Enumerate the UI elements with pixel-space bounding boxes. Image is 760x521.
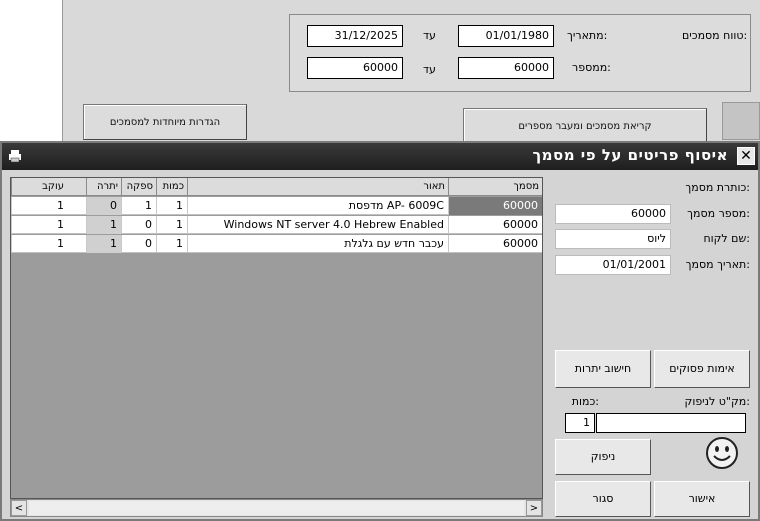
special-definitions-button[interactable]: הגדרות מיוחדות למסמכים	[83, 104, 247, 140]
table-row[interactable]: 60000 Windows NT server 4.0 Hebrew Enabl…	[11, 216, 542, 234]
header-doc[interactable]: מסמך	[448, 178, 542, 196]
cell-doc[interactable]: 60000	[448, 197, 542, 215]
doc-title-label: כותרת מסמך:	[685, 181, 750, 194]
grid-header: מסמך תאור כמות ספקה יתרה עוקב	[11, 178, 542, 196]
doc-number-label: מספר מסמך:	[687, 207, 750, 220]
sku-label: מק"ט לניפוק:	[684, 395, 750, 408]
close-button[interactable]: סגור	[555, 481, 651, 517]
number-label: ממספר:	[572, 61, 611, 74]
to-label-number: עד	[423, 63, 436, 76]
cell-supplied[interactable]: 0	[121, 235, 156, 253]
cell-track[interactable]: 1	[11, 197, 86, 215]
approve-button[interactable]: אישור	[654, 481, 750, 517]
doc-date-field[interactable]: 01/01/2001	[555, 255, 671, 275]
items-grid[interactable]: מסמך תאור כמות ספקה יתרה עוקב 60000 מדפס…	[10, 177, 543, 499]
read-documents-button[interactable]: קריאת מסמכים ומעבר מספרים	[463, 108, 707, 144]
dialog-titlebar[interactable]: איסוף פריטים על פי מסמך ✕	[2, 143, 758, 170]
to-label-date: עד	[423, 29, 436, 42]
doc-number-field[interactable]: 60000	[555, 204, 671, 224]
calc-balance-button[interactable]: חישוב יתרות	[555, 350, 651, 388]
issue-button[interactable]: ניפוק	[555, 439, 651, 475]
dialog-title: איסוף פריטים על פי מסמך	[532, 146, 728, 164]
printer-icon	[9, 150, 21, 163]
cell-balance[interactable]: 1	[86, 235, 121, 253]
cell-track[interactable]: 1	[11, 216, 86, 234]
table-row[interactable]: 60000 עכבר חדש עם גלגלת 1 0 1 1	[11, 235, 542, 253]
header-supplied[interactable]: ספקה	[121, 178, 156, 196]
smiley-icon	[706, 437, 738, 469]
from-date-label: מתאריך:	[567, 29, 608, 42]
header-description[interactable]: תאור	[187, 178, 448, 196]
scroll-left-icon[interactable]: <	[11, 500, 27, 516]
thumbnail-image	[722, 102, 760, 140]
scroll-right-icon[interactable]: >	[526, 500, 542, 516]
qty-input[interactable]: 1	[565, 413, 595, 433]
cell-supplied[interactable]: 0	[121, 216, 156, 234]
from-date-field[interactable]: 01/01/1980	[458, 25, 554, 47]
to-number-field[interactable]: 60000	[307, 57, 403, 79]
cell-doc[interactable]: 60000	[448, 216, 542, 234]
qty-label: כמות:	[571, 395, 599, 408]
doc-date-label: תאריך מסמך:	[685, 258, 750, 271]
cell-quantity[interactable]: 1	[156, 216, 187, 234]
confirm-items-button[interactable]: אימות פסוקים	[654, 350, 750, 388]
from-number-field[interactable]: 60000	[458, 57, 554, 79]
date-range-label: טווח מסמכים:	[682, 29, 748, 42]
cell-doc[interactable]: 60000	[448, 235, 542, 253]
cell-balance[interactable]: 1	[86, 216, 121, 234]
cell-description[interactable]: עכבר חדש עם גלגלת	[187, 235, 448, 253]
horizontal-scrollbar[interactable]: < >	[10, 499, 543, 517]
cell-supplied[interactable]: 1	[121, 197, 156, 215]
cell-description[interactable]: מדפסת AP- 6009C	[187, 197, 448, 215]
item-collection-dialog: איסוף פריטים על פי מסמך ✕ מסמך תאור כמות…	[0, 141, 760, 521]
customer-field[interactable]: ליוס	[555, 229, 671, 249]
cell-quantity[interactable]: 1	[156, 235, 187, 253]
header-quantity[interactable]: כמות	[156, 178, 187, 196]
table-row[interactable]: 60000 מדפסת AP- 6009C 1 1 0 1	[11, 197, 542, 215]
cell-quantity[interactable]: 1	[156, 197, 187, 215]
close-icon[interactable]: ✕	[737, 147, 755, 165]
sku-input[interactable]	[596, 413, 746, 433]
header-balance[interactable]: יתרה	[86, 178, 121, 196]
scroll-track[interactable]	[29, 501, 524, 515]
cell-balance[interactable]: 0	[86, 197, 121, 215]
header-track[interactable]: עוקב	[11, 178, 86, 196]
to-date-field[interactable]: 31/12/2025	[307, 25, 403, 47]
customer-label: שם לקוח:	[703, 232, 750, 245]
cell-track[interactable]: 1	[11, 235, 86, 253]
cell-description[interactable]: Windows NT server 4.0 Hebrew Enabled	[187, 216, 448, 234]
